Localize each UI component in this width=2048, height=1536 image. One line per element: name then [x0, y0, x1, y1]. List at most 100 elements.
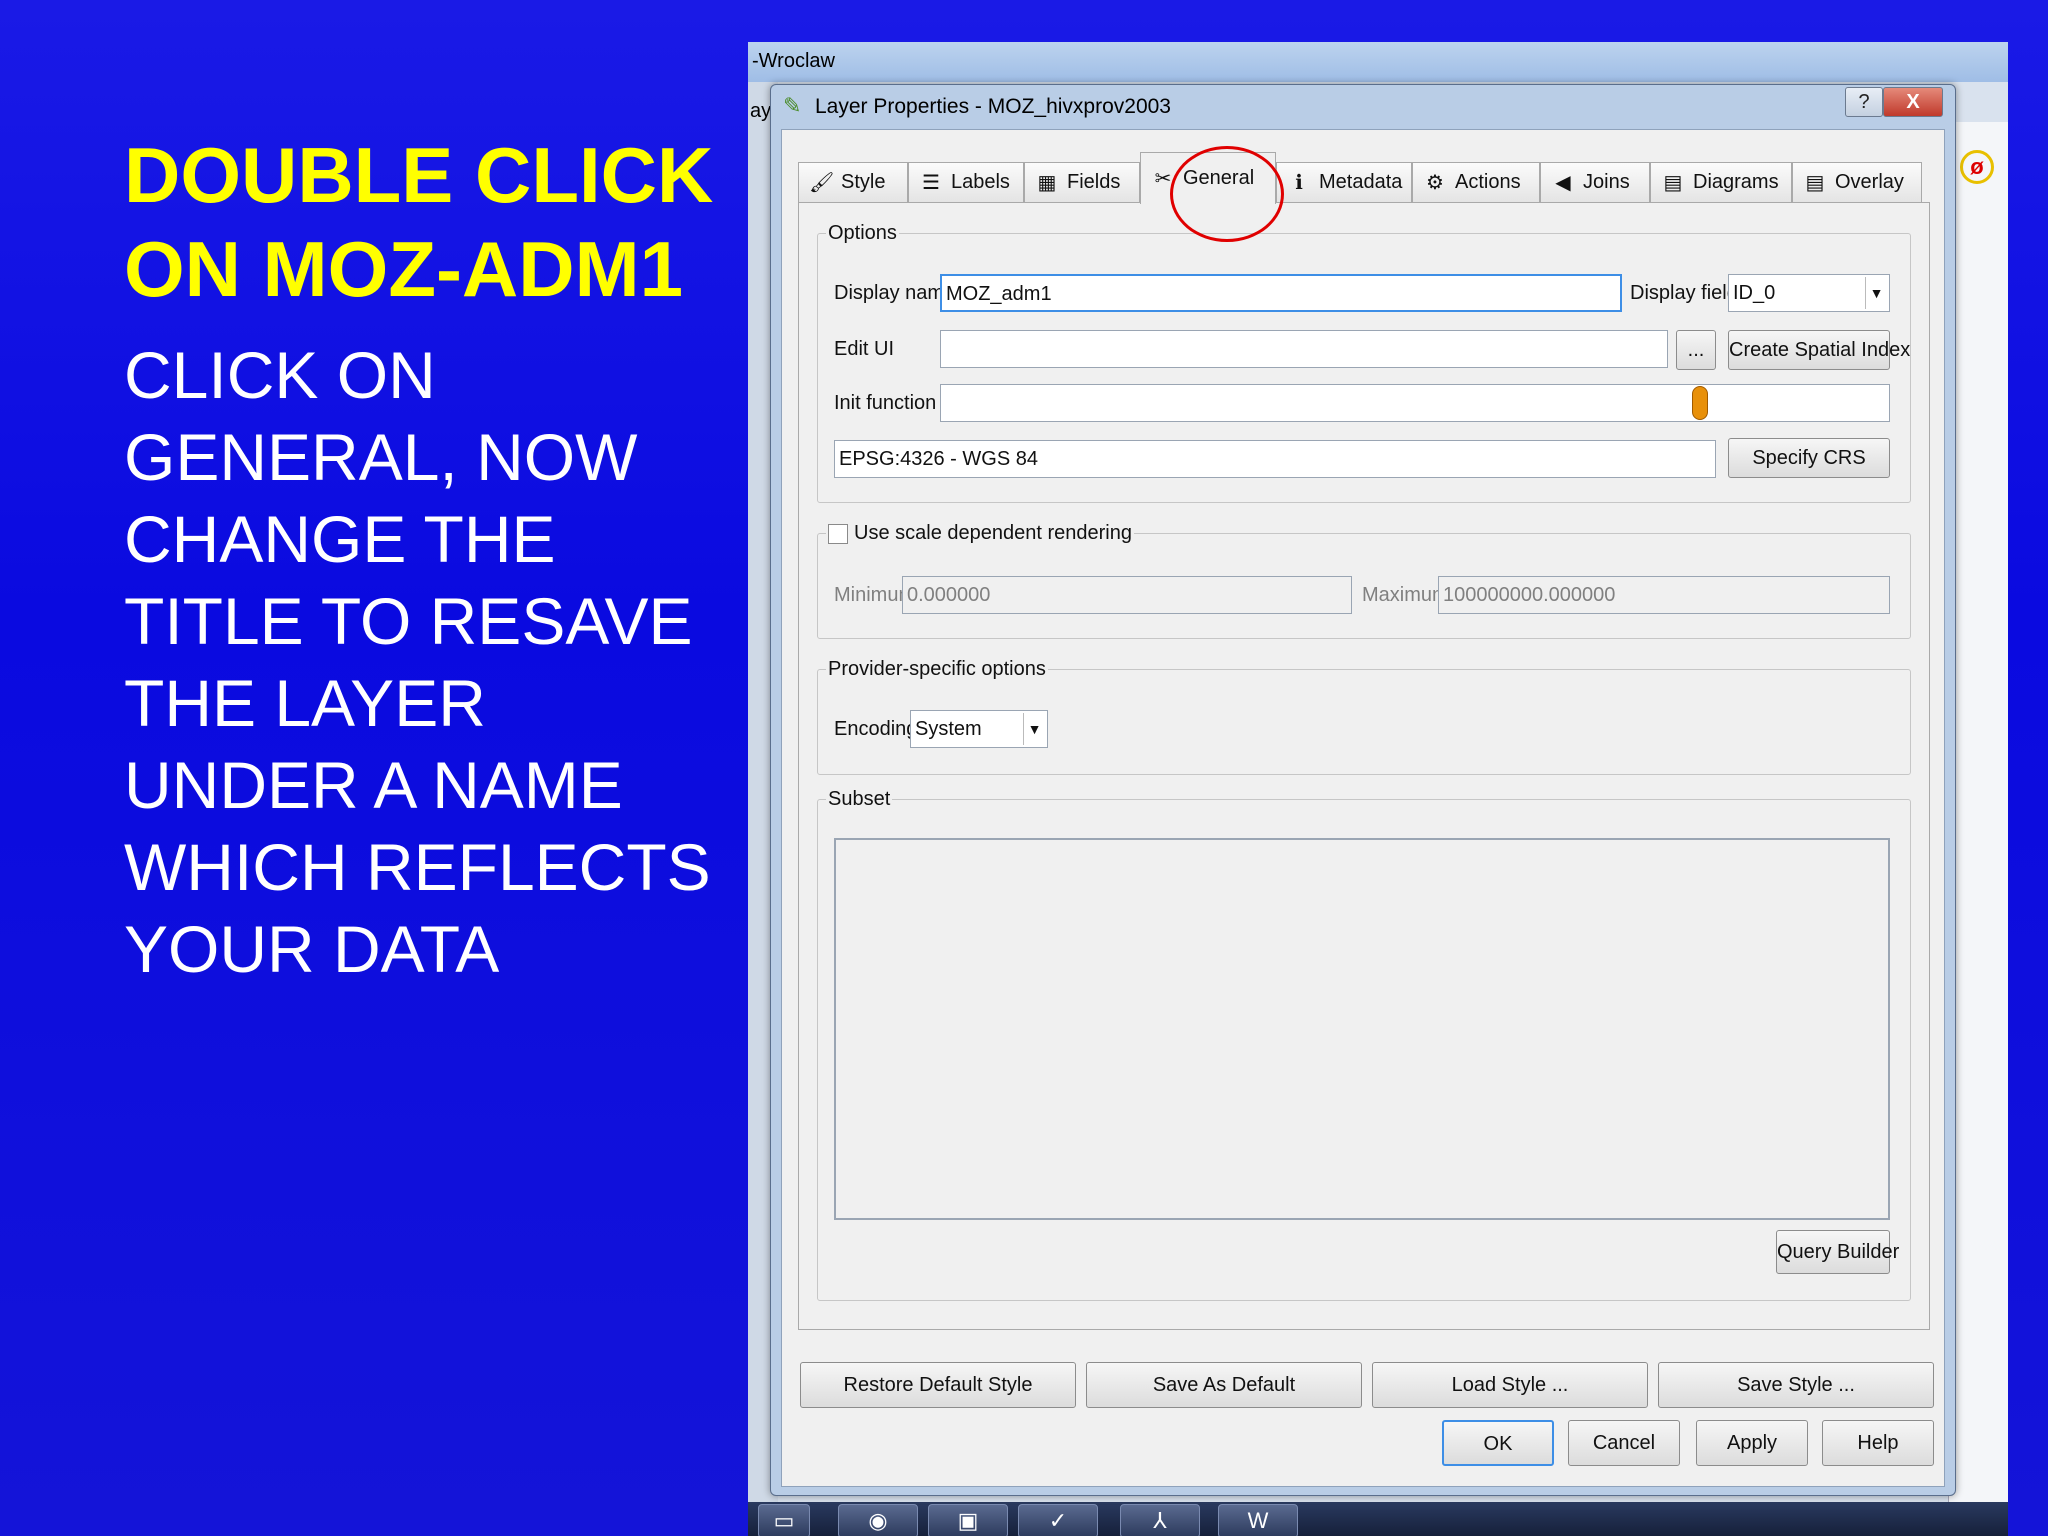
slide-body-line: YOUR DATA	[124, 912, 500, 986]
tab-diagrams[interactable]: ▤ Diagrams	[1650, 162, 1792, 202]
chevron-down-icon: ▼	[1865, 277, 1887, 309]
display-name-label: Display name	[834, 282, 956, 304]
slide-title: DOUBLE CLICK ON MOZ-ADM1	[124, 128, 713, 316]
browse-button[interactable]: ...	[1676, 330, 1716, 370]
tab-metadata[interactable]: ℹ Metadata	[1276, 162, 1412, 202]
taskbar: ▭ ◉ ▣ ✓ ⅄ W	[748, 1502, 2008, 1536]
cancel-button[interactable]: Cancel	[1568, 1420, 1680, 1466]
tab-label: Overlay	[1835, 171, 1904, 193]
provider-group-title: Provider-specific options	[826, 658, 1048, 681]
joins-icon: ◀	[1555, 172, 1571, 194]
tab-joins[interactable]: ◀ Joins	[1540, 162, 1650, 202]
subset-group-title: Subset	[826, 788, 893, 811]
dialog-titlebar[interactable]: ✎ Layer Properties - MOZ_hivxprov2003 ? …	[771, 85, 1955, 127]
scale-group: Use scale dependent rendering Minimum 0.…	[817, 522, 1911, 639]
dialog-client: 🖌 Style ☰ Labels ▦ Fields ✂ General ℹ Me…	[781, 129, 1945, 1487]
subset-textarea[interactable]	[834, 838, 1890, 1220]
tab-overlay[interactable]: ▤ Overlay	[1792, 162, 1922, 202]
maximum-input[interactable]: 100000000.000000	[1438, 576, 1890, 614]
edit-ui-input[interactable]	[940, 330, 1668, 368]
slide-body: CLICK ON GENERAL, NOW CHANGE THE TITLE T…	[124, 334, 764, 990]
tab-label: Fields	[1067, 171, 1121, 193]
help-title-button[interactable]: ?	[1845, 87, 1883, 117]
slide-title-line-2: ON MOZ-ADM1	[124, 225, 683, 313]
encoding-value: System	[915, 718, 982, 740]
save-as-default-button[interactable]: Save As Default	[1086, 1362, 1362, 1408]
encoding-select[interactable]: System ▼	[910, 710, 1048, 748]
encoding-label: Encoding	[834, 718, 918, 740]
tab-fields[interactable]: ▦ Fields	[1024, 162, 1140, 202]
chevron-down-icon: ▼	[1023, 713, 1045, 745]
scale-dependent-label: Use scale dependent rendering	[854, 522, 1132, 544]
create-spatial-index-button[interactable]: Create Spatial Index	[1728, 330, 1910, 370]
load-style-button[interactable]: Load Style ...	[1372, 1362, 1648, 1408]
screenshot: -Wroclaw ay ø ▭ ◉ ▣ ✓ ⅄ W ✎ Layer Proper…	[748, 42, 2008, 1536]
qgis-icon[interactable]: ✓	[1018, 1504, 1098, 1536]
acrobat-icon[interactable]: ⅄	[1120, 1504, 1200, 1536]
crs-display: EPSG:4326 - WGS 84	[834, 440, 1716, 478]
save-style-button[interactable]: Save Style ...	[1658, 1362, 1934, 1408]
general-tab-page: Options Display name MOZ_adm1 Display fi…	[798, 202, 1930, 1330]
tab-label: Joins	[1583, 171, 1630, 193]
background-window-titlebar: -Wroclaw	[748, 42, 2008, 82]
query-builder-button[interactable]: Query Builder	[1776, 1230, 1899, 1274]
qgis-logo-icon: ✎	[783, 93, 802, 118]
background-window-title: -Wroclaw	[752, 50, 835, 72]
slide-body-line: GENERAL, NOW	[124, 420, 638, 494]
no-entry-icon: ø	[1960, 150, 1994, 184]
display-field-label: Display field	[1630, 282, 1738, 304]
tab-label: Actions	[1455, 171, 1521, 193]
background-window-right-panel	[1948, 122, 2008, 1522]
slide-body-line: THE LAYER	[124, 666, 486, 740]
init-function-input[interactable]	[940, 384, 1890, 422]
metadata-icon: ℹ	[1295, 172, 1303, 194]
specify-crs-button[interactable]: Specify CRS	[1728, 438, 1890, 478]
tab-labels[interactable]: ☰ Labels	[908, 162, 1024, 202]
slide-body-line: TITLE TO RESAVE	[124, 584, 693, 658]
help-button[interactable]: Help	[1822, 1420, 1934, 1466]
provider-group: Provider-specific options Encoding Syste…	[817, 658, 1911, 775]
layer-properties-dialog: ✎ Layer Properties - MOZ_hivxprov2003 ? …	[770, 84, 1956, 1496]
options-group-title: Options	[826, 222, 899, 245]
slide-body-line: WHICH REFLECTS	[124, 830, 711, 904]
fields-icon: ▦	[1037, 172, 1057, 194]
slide-body-line: UNDER A NAME	[124, 748, 623, 822]
subset-group: Subset Query Builder	[817, 788, 1911, 1301]
word-icon[interactable]: W	[1218, 1504, 1298, 1536]
restore-default-style-button[interactable]: Restore Default Style	[800, 1362, 1076, 1408]
style-icon: 🖌	[809, 172, 835, 194]
dialog-title: Layer Properties - MOZ_hivxprov2003	[815, 95, 1171, 118]
tab-label: Labels	[951, 171, 1010, 193]
display-name-input[interactable]: MOZ_adm1	[940, 274, 1622, 312]
firefox-icon[interactable]: ◉	[838, 1504, 918, 1536]
labels-icon: ☰	[922, 172, 940, 194]
slide-body-line: CHANGE THE	[124, 502, 556, 576]
actions-icon: ⚙	[1426, 172, 1444, 194]
folder-icon[interactable]: ▭	[758, 1504, 810, 1536]
display-field-value: ID_0	[1733, 282, 1776, 304]
highlight-circle	[1170, 146, 1284, 242]
minimum-input[interactable]: 0.000000	[902, 576, 1352, 614]
init-function-label: Init function	[834, 392, 937, 414]
apply-button[interactable]: Apply	[1696, 1420, 1808, 1466]
edit-ui-label: Edit UI	[834, 338, 895, 360]
display-field-select[interactable]: ID_0 ▼	[1728, 274, 1890, 312]
powerpoint-icon[interactable]: ▣	[928, 1504, 1008, 1536]
slide-title-line-1: DOUBLE CLICK	[124, 131, 714, 219]
mouse-cursor-marker	[1692, 386, 1708, 420]
diagrams-icon: ▤	[1663, 172, 1683, 194]
maximum-label: Maximum	[1362, 584, 1449, 606]
scale-dependent-checkbox[interactable]	[828, 523, 848, 544]
close-button[interactable]: X	[1883, 87, 1943, 117]
tab-label: Diagrams	[1693, 171, 1779, 193]
options-group: Options Display name MOZ_adm1 Display fi…	[817, 222, 1911, 503]
ok-button[interactable]: OK	[1442, 1420, 1554, 1466]
tab-label: Metadata	[1319, 171, 1403, 193]
background-window-left-label: ay	[750, 100, 772, 122]
scale-group-title: Use scale dependent rendering	[826, 522, 1134, 545]
tab-actions[interactable]: ⚙ Actions	[1412, 162, 1540, 202]
tab-style[interactable]: 🖌 Style	[798, 162, 908, 202]
overlay-icon: ▤	[1805, 172, 1825, 194]
slide-body-line: CLICK ON	[124, 338, 436, 412]
tab-label: Style	[841, 171, 886, 193]
